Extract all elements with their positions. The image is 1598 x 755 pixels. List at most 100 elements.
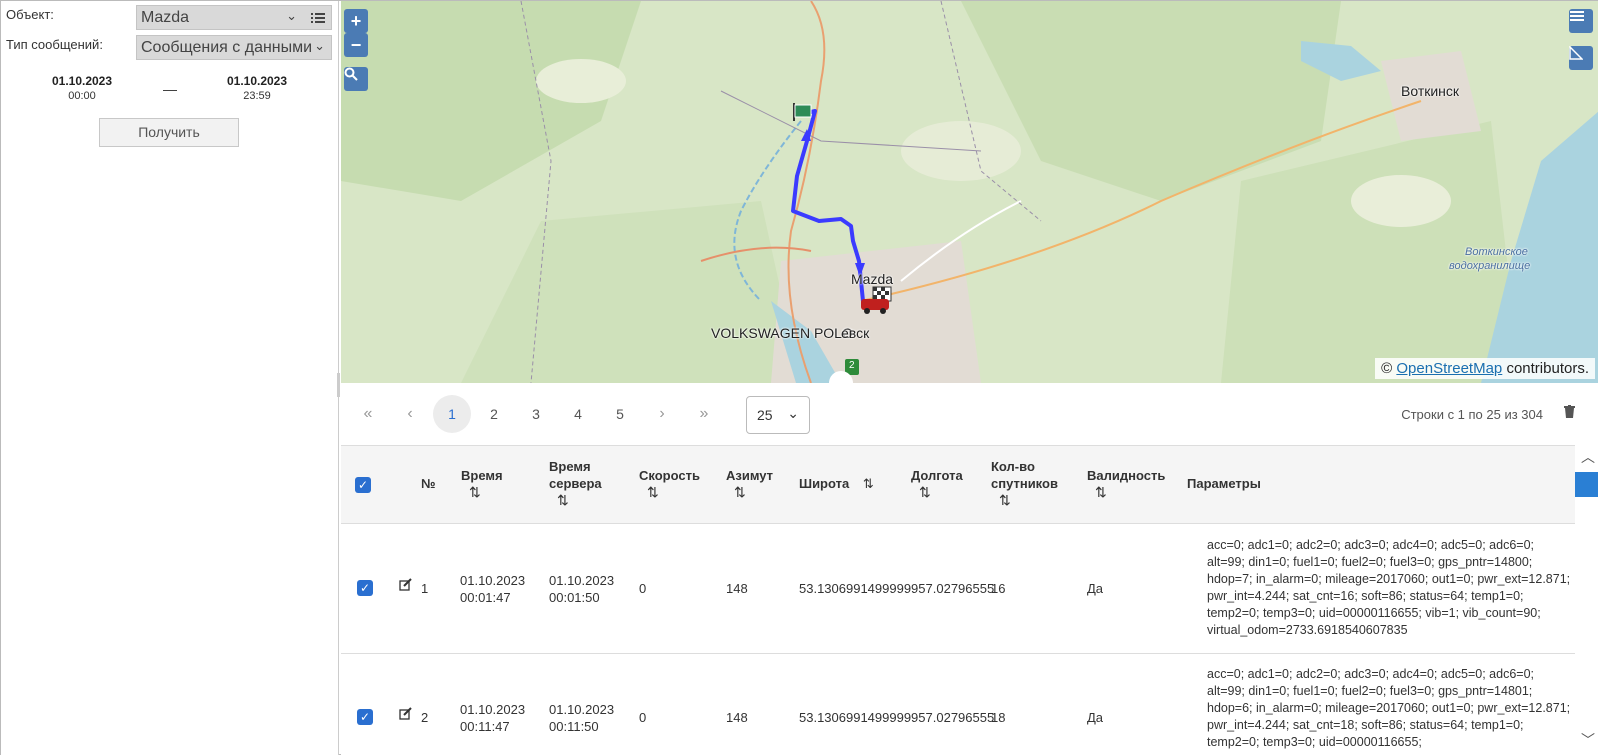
message-type-value: Сообщения с данными: [141, 39, 313, 56]
date-range-dash: —: [163, 81, 177, 97]
page-size-select[interactable]: 25 ⌄: [746, 396, 810, 434]
sort-icon[interactable]: ⇅: [919, 484, 963, 501]
zoom-out-button[interactable]: −: [344, 33, 368, 57]
header-server-time-label-2: сервера: [549, 476, 602, 491]
header-params: Параметры: [1187, 476, 1261, 491]
list-icon[interactable]: [305, 6, 331, 29]
last-page-button[interactable]: »: [685, 395, 723, 433]
sort-icon[interactable]: ⇅: [469, 484, 503, 501]
row-time: 01.10.2023 00:01:47: [460, 572, 525, 606]
row-server-time: 01.10.2023 00:01:50: [549, 572, 614, 606]
scrollbar-thumb[interactable]: [1575, 472, 1598, 497]
table-row[interactable]: ✓ 2 01.10.2023 00:11:47 01.10.2023 00:11…: [341, 654, 1575, 755]
row-num: 2: [421, 710, 429, 725]
row-validity: Да: [1087, 710, 1104, 725]
next-page-button[interactable]: ›: [643, 395, 681, 433]
attribution-suffix: contributors.: [1502, 360, 1589, 377]
row-num: 1: [421, 581, 429, 596]
header-azimuth[interactable]: Азимут ⇅: [726, 467, 773, 501]
panel-resizer[interactable]: [337, 373, 340, 397]
row-azimuth: 148: [726, 710, 748, 725]
header-satellites[interactable]: Кол-во спутников ⇅: [991, 458, 1058, 509]
header-lon[interactable]: Долгота ⇅: [911, 467, 963, 501]
header-time-label: Время: [461, 468, 503, 483]
date-to-time: 23:59: [243, 90, 271, 102]
row-checkbox[interactable]: ✓: [357, 580, 373, 596]
trash-icon[interactable]: [1564, 405, 1575, 421]
map-label-reservoir: Воткинское: [1465, 246, 1528, 258]
header-speed-label: Скорость: [639, 468, 700, 483]
pagination: « ‹ 1 2 3 4 5 › » 25 ⌄ Строки с 1 по 25 …: [341, 383, 1598, 445]
header-validity[interactable]: Валидность ⇅: [1087, 467, 1165, 501]
map-view[interactable]: + − Воткинск Воткинское водохранилище Ma…: [341, 1, 1598, 383]
edit-icon[interactable]: [399, 707, 412, 723]
map-label-reservoir-2: водохранилище: [1449, 260, 1531, 272]
row-server-date: 01.10.2023: [549, 573, 615, 588]
sort-icon[interactable]: ⇅: [863, 476, 874, 491]
page-2-button[interactable]: 2: [475, 395, 513, 433]
ruler-icon[interactable]: [1569, 46, 1593, 70]
message-type-select[interactable]: Сообщения с данными ⌄: [136, 35, 332, 60]
table-row[interactable]: ✓ 1 01.10.2023 00:01:47 01.10.2023 00:01…: [341, 524, 1575, 654]
first-page-button[interactable]: «: [349, 395, 387, 433]
layers-settings-icon[interactable]: [1569, 9, 1593, 33]
map-label-votkinsk: Воткинск: [1401, 83, 1460, 99]
date-to-date: 01.10.2023: [226, 74, 288, 88]
header-satellites-label-2: спутников: [991, 476, 1058, 491]
row-time-value: 00:11:47: [460, 719, 510, 734]
row-server-time-value: 00:01:50: [549, 590, 600, 605]
chevron-down-icon[interactable]: ﹀: [1581, 730, 1595, 750]
row-date: 01.10.2023: [460, 702, 526, 717]
attribution-prefix: ©: [1381, 360, 1397, 377]
message-type-label: Тип сообщений:: [6, 37, 103, 52]
row-latlon: 53.1306991499999957.02796555: [799, 710, 995, 725]
page-1-button[interactable]: 1: [433, 395, 471, 433]
page-4-button[interactable]: 4: [559, 395, 597, 433]
row-time-value: 00:01:47: [460, 590, 511, 605]
header-lat[interactable]: Широта ⇅: [799, 475, 874, 492]
page-3-button[interactable]: 3: [517, 395, 555, 433]
map-label-volkswagen: VOLKSWAGEN POLO: [711, 325, 853, 341]
chevron-down-icon: ⌄: [787, 405, 799, 421]
row-latlon: 53.1306991499999957.02796555: [799, 581, 995, 596]
prev-page-button[interactable]: ‹: [391, 395, 429, 433]
select-all-checkbox[interactable]: ✓: [355, 477, 371, 493]
page-5-button[interactable]: 5: [601, 395, 639, 433]
object-select[interactable]: Mazda ⌄: [136, 5, 332, 30]
chevron-down-icon: ⌄: [314, 38, 325, 53]
map-label-mazda: Mazda: [851, 271, 894, 287]
row-satellites: 18: [991, 710, 1006, 725]
row-checkbox[interactable]: ✓: [357, 709, 373, 725]
messages-table: ✓ № Время ⇅ Время сервера ⇅ Скорость ⇅ А…: [341, 445, 1575, 755]
sort-icon[interactable]: ⇅: [1095, 484, 1165, 501]
date-from-date: 01.10.2023: [51, 74, 113, 88]
row-server-time-value: 00:11:50: [549, 719, 599, 734]
osm-link[interactable]: OpenStreetMap: [1396, 360, 1502, 377]
sort-icon[interactable]: ⇅: [647, 484, 700, 501]
header-server-time[interactable]: Время сервера ⇅: [549, 458, 602, 509]
get-button[interactable]: Получить: [99, 118, 239, 147]
object-select-value: Mazda: [141, 9, 190, 26]
page-size-value: 25: [757, 407, 773, 423]
sort-icon[interactable]: ⇅: [999, 492, 1058, 509]
chevron-down-icon: ⌄: [286, 8, 297, 23]
search-icon[interactable]: [344, 67, 368, 91]
edit-icon[interactable]: [399, 578, 412, 594]
row-validity: Да: [1087, 581, 1104, 596]
table-scrollbar[interactable]: ︿ ﹀: [1575, 445, 1598, 755]
header-speed[interactable]: Скорость ⇅: [639, 467, 700, 501]
sort-icon[interactable]: ⇅: [734, 484, 773, 501]
header-time[interactable]: Время ⇅: [461, 467, 503, 501]
sort-icon[interactable]: ⇅: [557, 492, 602, 509]
map-tiles: [341, 1, 1598, 383]
filter-panel: Объект: Mazda ⌄ Тип сообщений: Сообщения…: [1, 1, 339, 755]
chevron-up-icon[interactable]: ︿: [1581, 447, 1595, 467]
date-from[interactable]: 01.10.2023 00:00: [37, 74, 127, 102]
row-azimuth: 148: [726, 581, 748, 596]
date-to[interactable]: 01.10.2023 23:59: [212, 74, 302, 102]
zoom-in-button[interactable]: +: [344, 9, 368, 33]
header-validity-label: Валидность: [1087, 468, 1166, 483]
header-lon-label: Долгота: [911, 468, 963, 483]
map-label-city: евск: [841, 325, 870, 341]
header-num: №: [421, 476, 436, 491]
